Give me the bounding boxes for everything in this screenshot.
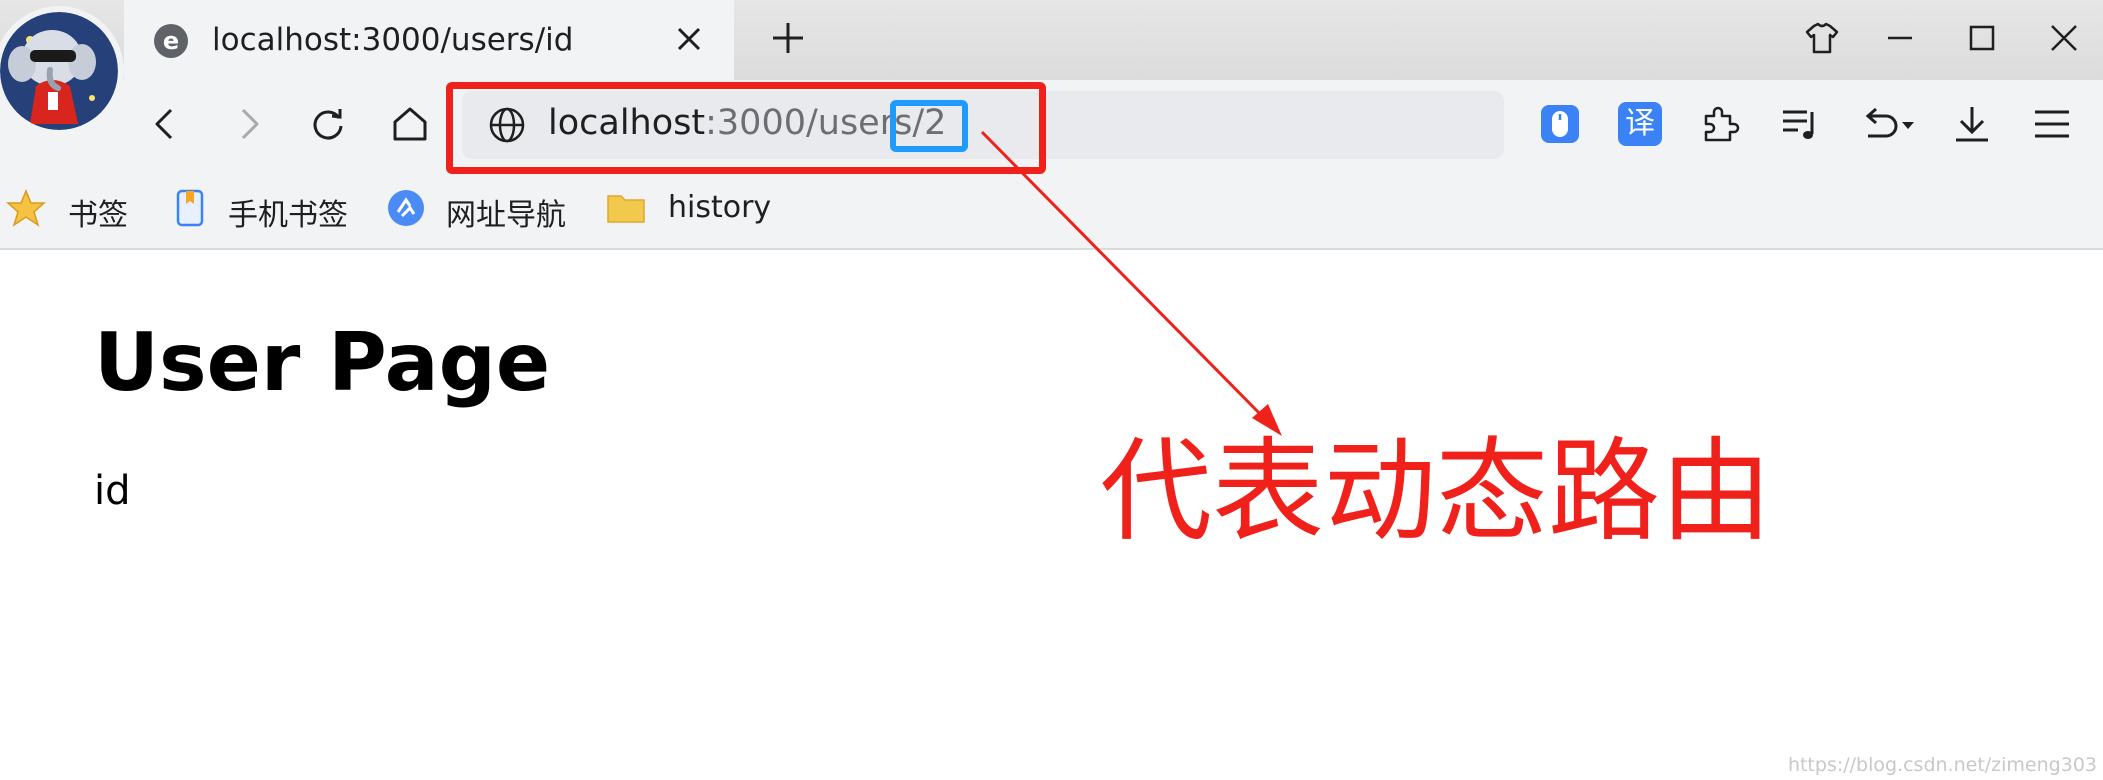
user-avatar[interactable] [0, 12, 118, 130]
playlist-icon[interactable] [1778, 102, 1822, 146]
home-icon[interactable] [390, 104, 430, 144]
bookmark-label: 网址导航 [446, 198, 566, 233]
web-nav-icon [388, 190, 424, 226]
reload-icon[interactable] [308, 104, 348, 144]
bookmark-label: 书签 [68, 198, 128, 233]
annotation-param-highlight-box [890, 100, 968, 152]
tab-strip: e localhost:3000/users/id [0, 0, 2103, 80]
download-icon[interactable] [1950, 102, 1994, 146]
page-heading: User Page [94, 316, 551, 409]
page-param-text: id [94, 468, 131, 514]
bookmark-item-bookmarks[interactable]: 书签 [6, 186, 136, 233]
skin-shirt-icon[interactable] [1802, 18, 1842, 58]
tab-title: localhost:3000/users/id [212, 22, 574, 58]
bookmark-item-web-nav[interactable]: 网址导航 [386, 186, 586, 233]
window-close-icon[interactable] [2044, 18, 2084, 58]
undo-dropdown-icon[interactable] [1858, 102, 1916, 146]
forward-icon[interactable] [228, 104, 268, 144]
mouse-gesture-extension-icon[interactable] [1538, 102, 1582, 146]
bookmarks-bar: 书签 手机书签 网址导航 history [0, 170, 2103, 250]
bookmark-folder-history[interactable]: history [606, 186, 776, 230]
translate-extension-icon[interactable]: 译 [1618, 102, 1662, 146]
back-icon[interactable] [146, 104, 186, 144]
annotation-label: 代表动态路由 [1100, 427, 1772, 557]
page-content: User Page id [0, 250, 2103, 780]
minimize-icon[interactable] [1880, 18, 1920, 58]
folder-icon [607, 195, 645, 223]
tab-close-icon[interactable] [672, 22, 706, 56]
star-icon [6, 189, 46, 227]
navigation-toolbar: localhost:3000/users/2 译 [0, 80, 2103, 170]
browser-window: e localhost:3000/users/id localhost:3000… [0, 0, 2103, 780]
new-tab-plus-icon[interactable] [770, 20, 806, 56]
menu-hamburger-icon[interactable] [2030, 102, 2074, 146]
bookmark-item-mobile[interactable]: 手机书签 [170, 186, 360, 233]
bookmark-label: history [668, 190, 772, 225]
mobile-bookmark-icon [176, 189, 204, 227]
bookmark-label: 手机书签 [228, 198, 348, 233]
avatar-mascot-icon [0, 12, 118, 130]
extensions-puzzle-icon[interactable] [1698, 102, 1742, 146]
tab-favicon-icon: e [154, 24, 188, 58]
maximize-icon[interactable] [1962, 18, 2002, 58]
watermark: https://blog.csdn.net/zimeng303 [1787, 754, 2097, 776]
active-tab[interactable]: e localhost:3000/users/id [124, 0, 734, 80]
